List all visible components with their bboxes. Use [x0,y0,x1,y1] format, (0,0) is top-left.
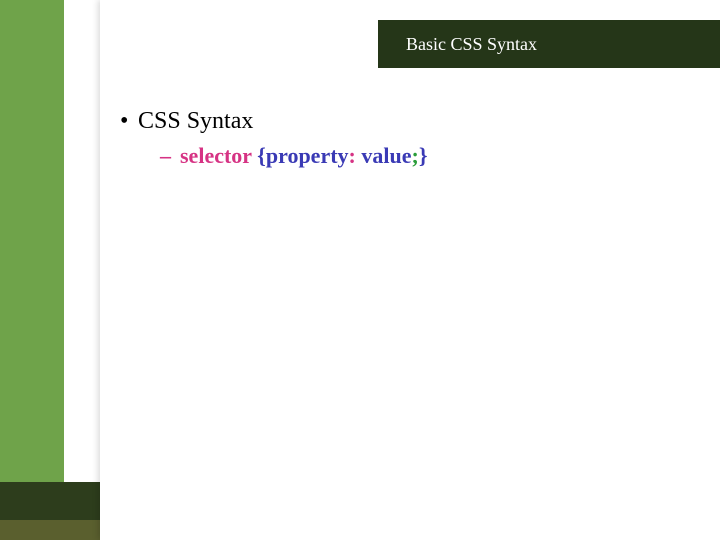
syntax-property: property [266,143,349,168]
syntax-selector: selector [180,143,257,168]
content-panel [100,0,720,540]
bullet-level-1: CSS Syntax [120,108,680,135]
slide-header: Basic CSS Syntax [378,20,720,68]
bullet-level-2: selector {property: value;} [120,143,680,169]
syntax-brace-close: } [419,143,428,168]
syntax-semicolon: ; [412,143,419,168]
syntax-brace-open: { [257,143,266,168]
syntax-value: value [361,143,411,168]
footer-accent-dark [0,482,100,520]
slide-title: Basic CSS Syntax [406,34,537,55]
syntax-colon: : [349,143,362,168]
bullet-text: CSS Syntax [138,108,253,134]
sidebar-accent [0,0,64,540]
slide-body: CSS Syntax selector {property: value;} [120,108,680,169]
